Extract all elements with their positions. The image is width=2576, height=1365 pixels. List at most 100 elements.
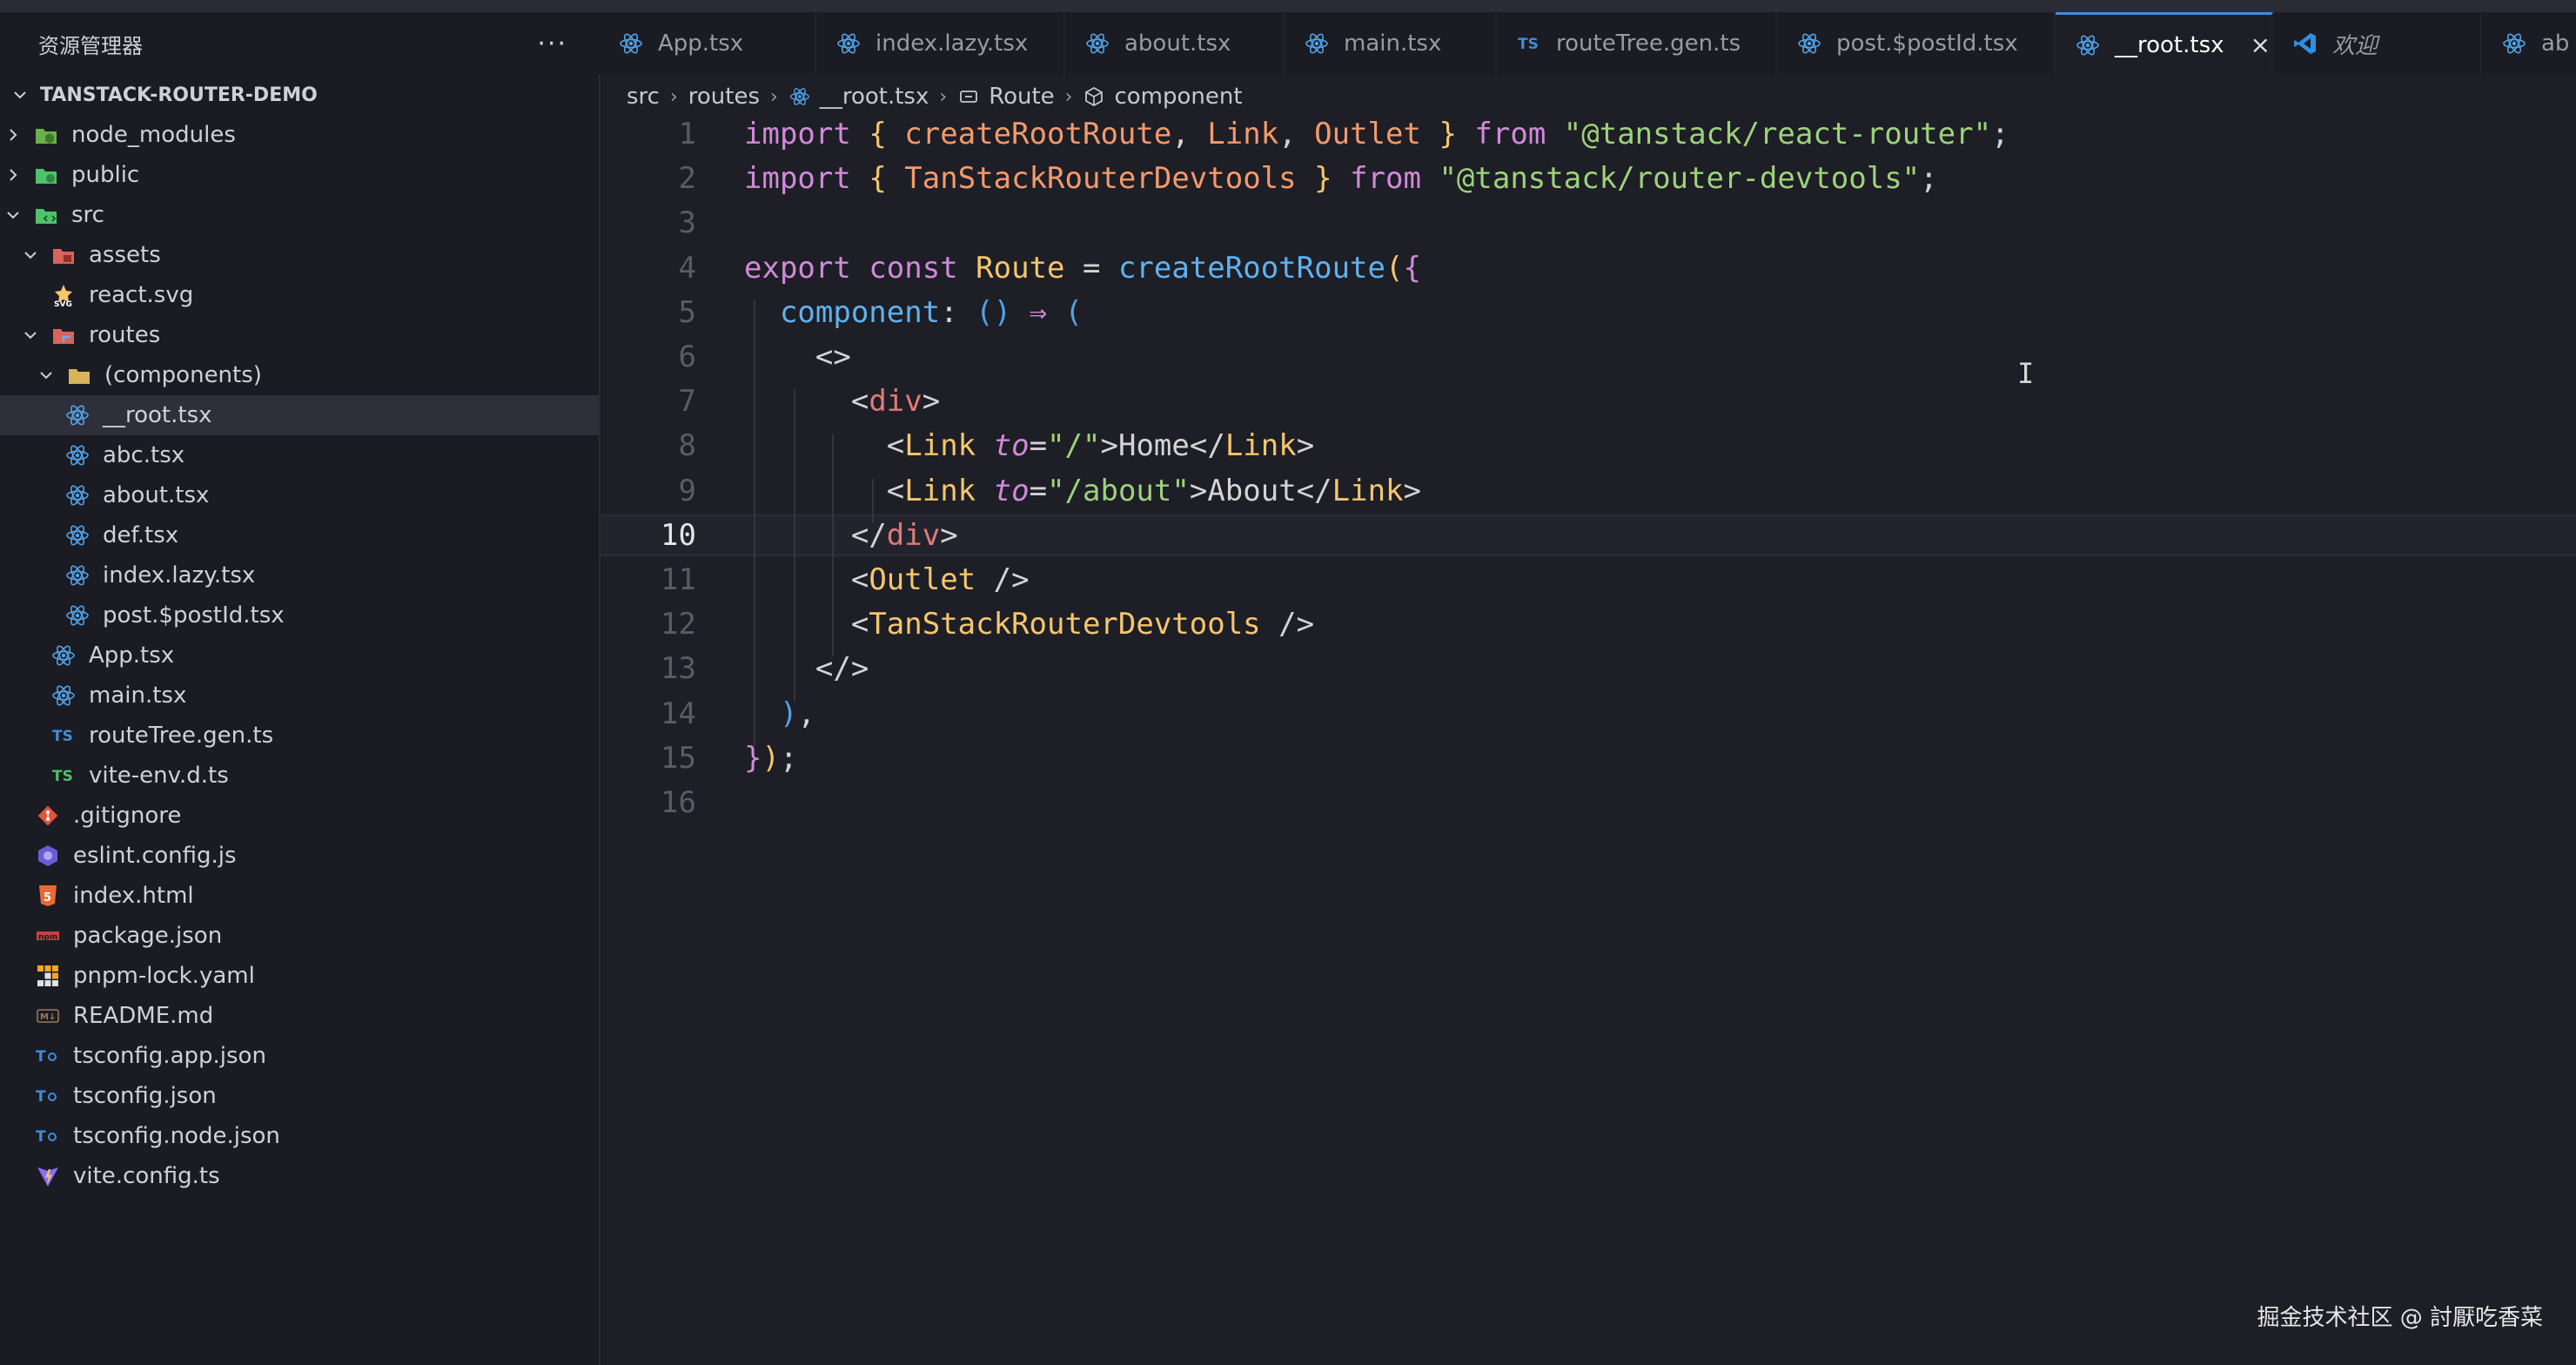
close-icon[interactable]: × xyxy=(2251,30,2271,59)
public-folder-icon xyxy=(33,162,59,188)
tree-item-app-tsx[interactable]: App.tsx xyxy=(0,635,599,676)
chevron-right-icon: › xyxy=(939,85,948,108)
tree-item-tsconfig-node-json[interactable]: Ttsconfig.node.json xyxy=(0,1116,599,1156)
tree-item-tsconfig-json[interactable]: Ttsconfig.json xyxy=(0,1076,599,1116)
code-text: <Link to="/about">About</Link> xyxy=(886,473,1421,508)
tree-item-label: pnpm-lock.yaml xyxy=(73,963,255,989)
code-text: component: () ⇒ ( xyxy=(779,294,1083,330)
project-root[interactable]: TANSTACK-ROUTER-DEMO xyxy=(0,75,599,115)
chevron-down-icon xyxy=(2,204,24,226)
code-line: 2 import { TanStackRouterDevtools } from … xyxy=(600,158,2576,199)
tab-index-lazy-tsx[interactable]: index.lazy.tsx xyxy=(816,12,1065,75)
tree-item-label: react.svg xyxy=(89,282,194,308)
tree-item-node-modules[interactable]: node_modules xyxy=(0,115,599,155)
line-number: 4 xyxy=(678,250,696,286)
explorer-header: 资源管理器 ··· xyxy=(0,12,599,75)
line-number: 7 xyxy=(678,384,696,420)
line-number: 9 xyxy=(678,473,696,508)
breadcrumb-item-src[interactable]: src xyxy=(627,84,660,110)
code-line: 6 <> xyxy=(600,336,2576,378)
code-text: </> xyxy=(815,651,869,687)
tree-item-package-json[interactable]: npm package.json xyxy=(0,916,599,956)
git-icon xyxy=(35,803,61,829)
react-icon xyxy=(788,85,811,108)
code-text: import { createRootRoute, Link, Outlet }… xyxy=(744,117,2009,151)
tab-label: 欢迎 xyxy=(2332,32,2378,59)
breadcrumb-item-component[interactable]: component xyxy=(1083,84,1243,110)
tree-item-main-tsx[interactable]: main.tsx xyxy=(0,676,599,716)
breadcrumb-item-routes[interactable]: routes xyxy=(688,84,760,110)
breadcrumb-item-root-tsx[interactable]: __root.tsx xyxy=(788,84,929,110)
tree-item-eslint-config-js[interactable]: eslint.config.js xyxy=(0,836,599,876)
line-number: 16 xyxy=(661,785,696,820)
tree-item-label: src xyxy=(71,202,104,228)
tree-item-readme-md[interactable]: M↓ README.md xyxy=(0,996,599,1036)
tree-item-label: index.html xyxy=(73,883,194,909)
tab-post-postid-tsx[interactable]: post.$postId.tsx xyxy=(1777,12,2056,75)
watermark: 掘金技术社区 @ 討厭吃香菜 xyxy=(2257,1305,2543,1331)
tab-label: __root.tsx xyxy=(2115,31,2224,58)
tree-item-react-svg[interactable]: SVG react.svg xyxy=(0,275,599,315)
tree-item-post-postid-tsx[interactable]: post.$postId.tsx xyxy=(0,595,599,635)
tree-item-index-lazy-tsx[interactable]: index.lazy.tsx xyxy=(0,555,599,595)
project-name: TANSTACK-ROUTER-DEMO xyxy=(40,84,318,106)
tree-item-routetree-gen-ts[interactable]: TS routeTree.gen.ts xyxy=(0,716,599,756)
tree-item-label: about.tsx xyxy=(103,482,210,508)
ts-icon: TS xyxy=(50,723,77,749)
tree-item-public[interactable]: public xyxy=(0,155,599,195)
tab-main-tsx[interactable]: main.tsx xyxy=(1285,12,1497,75)
tree-item-pnpm-lock-yaml[interactable]: pnpm-lock.yaml xyxy=(0,956,599,996)
svg-text:T: T xyxy=(36,1048,46,1066)
tab-label: about.tsx xyxy=(1124,30,1231,57)
line-number: 15 xyxy=(661,740,696,776)
breadcrumb: src › routes › __root.tsx › Route › component xyxy=(627,78,1243,115)
tab-root-tsx[interactable]: __root.tsx × xyxy=(2056,12,2273,75)
indent-guide xyxy=(794,389,795,702)
tsconfig-icon: T xyxy=(35,1043,61,1069)
react-icon xyxy=(64,442,91,468)
breadcrumb-label: src xyxy=(627,84,660,110)
indent-guide xyxy=(754,299,755,746)
line-number: 6 xyxy=(678,340,696,374)
chevron-right-icon: › xyxy=(770,85,778,108)
tab-welcome[interactable]: 欢迎 xyxy=(2273,12,2482,75)
chevron-right-icon: › xyxy=(1064,85,1073,108)
tree-item-label: tsconfig.app.json xyxy=(73,1043,266,1069)
tree-item-def-tsx[interactable]: def.tsx xyxy=(0,515,599,555)
tree-item-vite-env-d-ts[interactable]: TS vite-env.d.ts xyxy=(0,756,599,796)
tree-item-label: routes xyxy=(89,322,161,348)
tsconfig-icon: T xyxy=(35,1123,61,1149)
tab-ab[interactable]: ab xyxy=(2482,12,2576,75)
tab-about-tsx[interactable]: about.tsx xyxy=(1065,12,1285,75)
markdown-icon: M↓ xyxy=(35,1003,61,1029)
tab-app-tsx[interactable]: App.tsx xyxy=(599,12,816,75)
tree-item-src[interactable]: src xyxy=(0,195,599,235)
tree-item-label: assets xyxy=(89,242,161,268)
tree-item-routes[interactable]: routes xyxy=(0,315,599,355)
tree-item-about-tsx[interactable]: about.tsx xyxy=(0,475,599,515)
tree-item-label: vite-env.d.ts xyxy=(89,763,229,789)
tree-item-components[interactable]: (components) xyxy=(0,355,599,395)
tree-item-tsconfig-app-json[interactable]: Ttsconfig.app.json xyxy=(0,1036,599,1076)
tree-item-index-html[interactable]: 5 index.html xyxy=(0,876,599,916)
ts-green-icon: TS xyxy=(50,763,77,789)
breadcrumb-label: __root.tsx xyxy=(819,84,929,110)
line-number: 13 xyxy=(661,651,696,687)
vite-icon xyxy=(35,1163,61,1189)
tab-routetree-gen-ts[interactable]: TS routeTree.gen.ts xyxy=(1497,12,1777,75)
code-line: 13 </> xyxy=(600,648,2576,689)
tree-item-label: .gitignore xyxy=(73,803,182,829)
code-editor[interactable]: 1 import { createRootRoute, Link, Outlet … xyxy=(600,115,2576,1365)
breadcrumb-item-route[interactable]: Route xyxy=(957,84,1055,110)
tree-item-vite-config-ts[interactable]: vite.config.ts xyxy=(0,1156,599,1196)
breadcrumb-label: Route xyxy=(989,84,1055,110)
tree-item-gitignore[interactable]: .gitignore xyxy=(0,796,599,836)
react-icon xyxy=(50,682,77,709)
more-actions-icon[interactable]: ··· xyxy=(537,29,567,59)
tree-item-root-tsx[interactable]: __root.tsx xyxy=(0,395,599,435)
tree-item-label: index.lazy.tsx xyxy=(103,562,256,588)
tree-item-label: node_modules xyxy=(71,122,236,148)
tree-item-abc-tsx[interactable]: abc.tsx xyxy=(0,435,599,475)
symbol-variable-icon xyxy=(957,85,980,108)
tree-item-assets[interactable]: assets xyxy=(0,235,599,275)
